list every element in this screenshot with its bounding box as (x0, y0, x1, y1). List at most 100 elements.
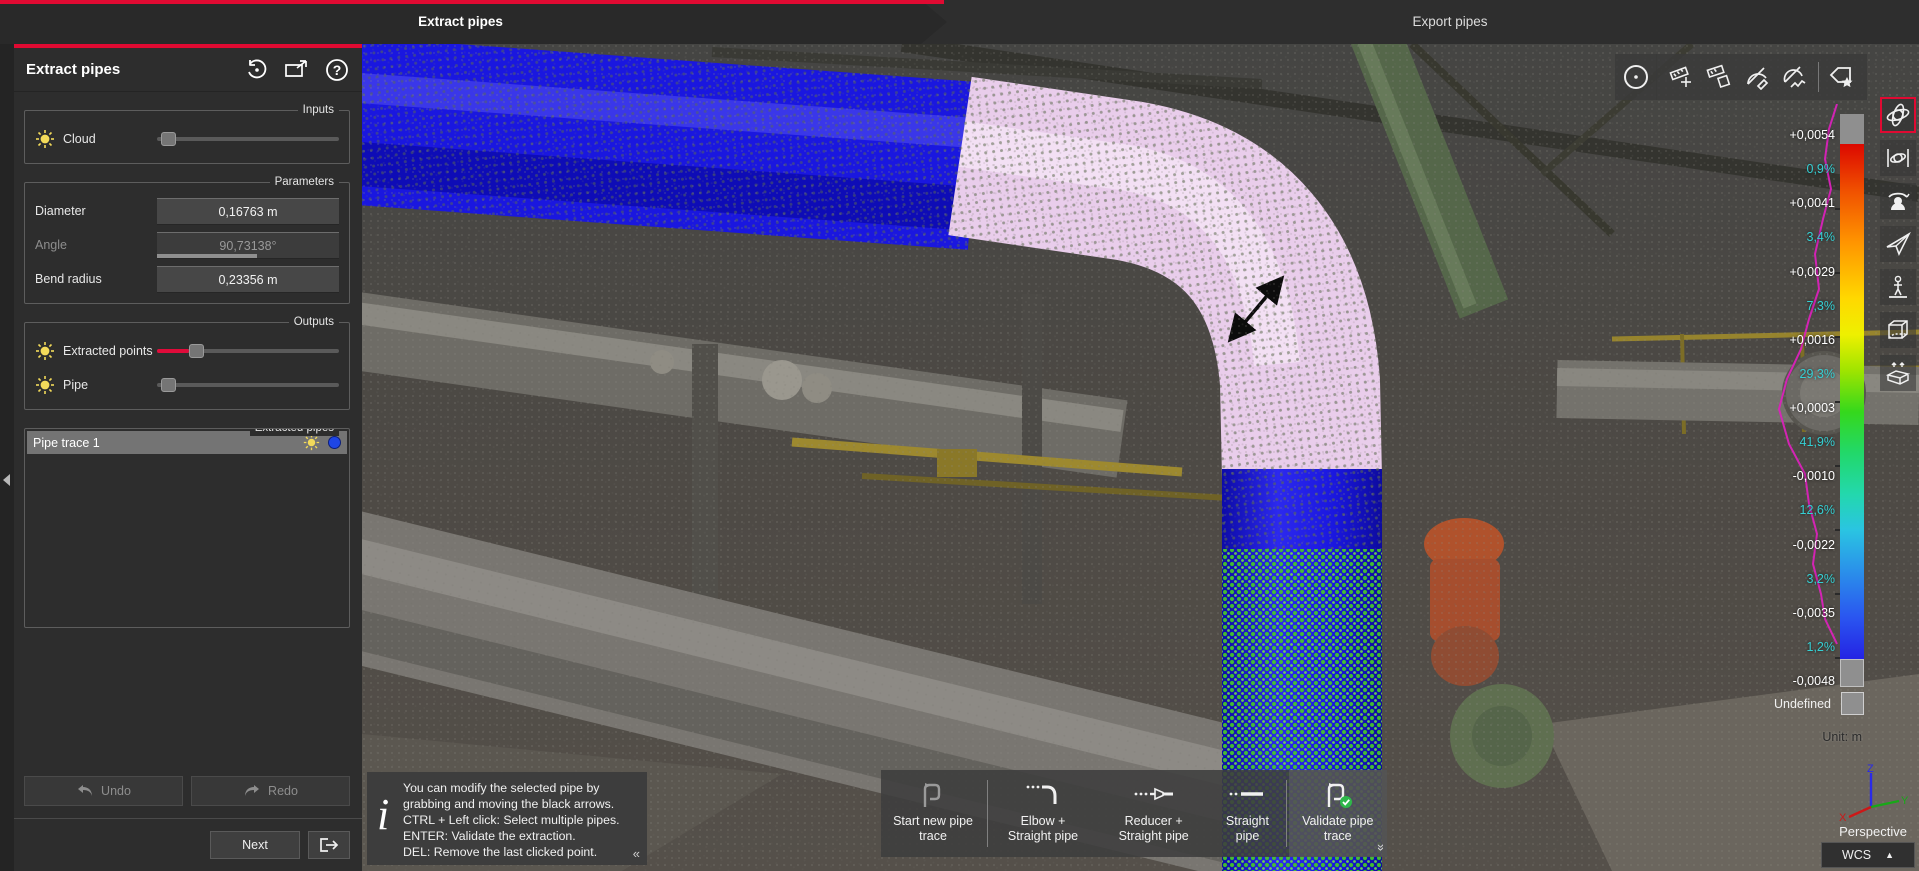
walk-person-icon (1885, 274, 1911, 300)
ruler-box-icon (1706, 64, 1732, 90)
axis-triad: Z Y X (1837, 763, 1909, 825)
color-scale-bar[interactable] (1840, 114, 1864, 702)
scale-value: +0,0054 (1789, 128, 1835, 142)
orbit-icon (1885, 102, 1911, 128)
bend-radius-row: Bend radius 0,23356 m (35, 265, 339, 293)
diameter-label: Diameter (35, 204, 157, 218)
scale-value: +0,0041 (1789, 196, 1835, 210)
scale-value: +0,0003 (1789, 401, 1835, 415)
elbow-straight-pipe-button[interactable]: Elbow + Straight pipe (990, 770, 1096, 857)
help-icon[interactable]: ? (324, 57, 350, 83)
annotation-button[interactable] (1823, 54, 1861, 100)
wcs-dropdown[interactable]: WCS ▲ (1821, 842, 1915, 868)
info-collapse-icon[interactable]: « (633, 846, 640, 861)
collapse-arrow-icon (3, 474, 10, 486)
measure-profile-button[interactable] (1776, 54, 1814, 100)
pipe-output-label: Pipe (63, 378, 157, 392)
svg-text:Y: Y (1901, 795, 1909, 807)
info-tooltip: i You can modify the selected pipe by gr… (367, 772, 647, 865)
export-panel-icon[interactable] (284, 57, 310, 83)
extracted-points-row: Extracted points (35, 337, 339, 365)
fly-mode-button[interactable] (1880, 226, 1916, 262)
extracted-points-label: Extracted points (63, 344, 157, 358)
tab-extract-pipes-label[interactable]: Extract pipes (0, 0, 921, 44)
next-button[interactable]: Next (210, 831, 300, 859)
cloud-opacity-slider[interactable] (157, 131, 339, 147)
paper-plane-icon (1885, 231, 1911, 257)
scale-percent: 1,2% (1807, 640, 1836, 654)
bend-radius-label: Bend radius (35, 272, 157, 286)
tab-arrow-shape (921, 0, 947, 44)
walk-mode-button[interactable] (1880, 269, 1916, 305)
scale-value: -0,0010 (1793, 469, 1835, 483)
scale-percent: 7,3% (1807, 299, 1836, 313)
scale-value: +0,0016 (1789, 333, 1835, 347)
reducer-pipe-icon (1133, 782, 1175, 808)
toolbar-separator (987, 780, 988, 847)
start-new-pipe-trace-button[interactable]: Start new pipe trace (881, 770, 985, 857)
exit-button[interactable] (308, 831, 350, 859)
pipe-trace-color-swatch[interactable] (328, 436, 341, 449)
reset-icon[interactable] (244, 57, 270, 83)
undo-arrow-icon (76, 784, 94, 798)
cloud-visibility-bulb-icon[interactable] (35, 129, 55, 149)
scale-percent: 0,9% (1807, 162, 1836, 176)
diameter-field[interactable]: 0,16763 m (157, 198, 339, 225)
extracted-pipes-group-label: Extracted pipes (250, 428, 339, 436)
measure-angle-button[interactable] (1738, 54, 1776, 100)
tab-export-pipes[interactable]: Export pipes (1160, 0, 1740, 44)
scale-value: -0,0035 (1793, 606, 1835, 620)
undo-button[interactable]: Undo (24, 776, 183, 806)
clipping-box-icon (1885, 360, 1911, 386)
reducer-straight-pipe-button[interactable]: Reducer + Straight pipe (1096, 770, 1211, 857)
pipe-trace-icon (918, 781, 948, 809)
limit-box-tool[interactable] (1615, 54, 1657, 100)
circle-dot-icon (1622, 63, 1650, 91)
elbow-pipe-icon (1025, 782, 1061, 808)
3d-viewport[interactable]: +0,0054 0,9% +0,0041 3,4% +0,0029 7,3% +… (362, 44, 1919, 871)
undefined-row: Undefined (1774, 692, 1864, 715)
add-measure-button[interactable] (1662, 54, 1700, 100)
parameters-group: Parameters Diameter 0,16763 m Angle 90,7… (24, 182, 350, 304)
pipe-tools-toolbar: Start new pipe trace Elbow + Straight pi… (881, 770, 1387, 857)
scale-percent: 29,3% (1800, 367, 1835, 381)
info-icon: i (377, 780, 403, 859)
caret-up-icon: ▲ (1885, 850, 1894, 860)
angle-field: 90,73138° (157, 232, 339, 259)
pipe-row: Pipe (35, 371, 339, 399)
projection-label: Perspective (1839, 824, 1907, 839)
svg-text:?: ? (333, 62, 342, 78)
straight-pipe-button[interactable]: Straight pipe (1211, 770, 1283, 857)
pipe-bulb-icon[interactable] (35, 375, 55, 395)
pipe-trace-bulb-icon[interactable] (303, 434, 320, 451)
scale-percent: 12,6% (1800, 503, 1835, 517)
measure-distance-button[interactable] (1700, 54, 1738, 100)
clipping-box-button[interactable] (1880, 355, 1916, 391)
extracted-points-slider[interactable] (157, 343, 339, 359)
svg-text:Z: Z (1867, 763, 1874, 775)
panel-header: Extract pipes ? (14, 48, 362, 92)
view-cube-button[interactable] (1880, 312, 1916, 348)
extracted-points-bulb-icon[interactable] (35, 341, 55, 361)
navigation-toolbar (1880, 97, 1916, 391)
straight-pipe-icon (1228, 782, 1266, 808)
undefined-label: Undefined (1774, 697, 1831, 711)
panel-separator (14, 818, 362, 819)
measure-toolbar (1656, 54, 1867, 100)
undefined-color-swatch[interactable] (1841, 692, 1864, 715)
protractor-wave-icon (1782, 64, 1808, 90)
bend-radius-field[interactable]: 0,23356 m (157, 266, 339, 293)
exit-icon (318, 836, 340, 854)
scale-percent: 3,2% (1807, 572, 1836, 586)
unit-label: Unit: m (1822, 730, 1862, 744)
redo-button[interactable]: Redo (191, 776, 350, 806)
examine-mode-button[interactable] (1880, 183, 1916, 219)
orbit-mode-button[interactable] (1880, 97, 1916, 133)
angle-row: Angle 90,73138° (35, 231, 339, 259)
pipe-opacity-slider[interactable] (157, 377, 339, 393)
cloud-row: Cloud (35, 125, 339, 153)
point-cloud-scene (362, 44, 1919, 871)
panel-collapse-strip[interactable] (0, 44, 14, 871)
toolbar-collapse-icon[interactable]: « (1372, 844, 1387, 851)
constrained-orbit-button[interactable] (1880, 140, 1916, 176)
